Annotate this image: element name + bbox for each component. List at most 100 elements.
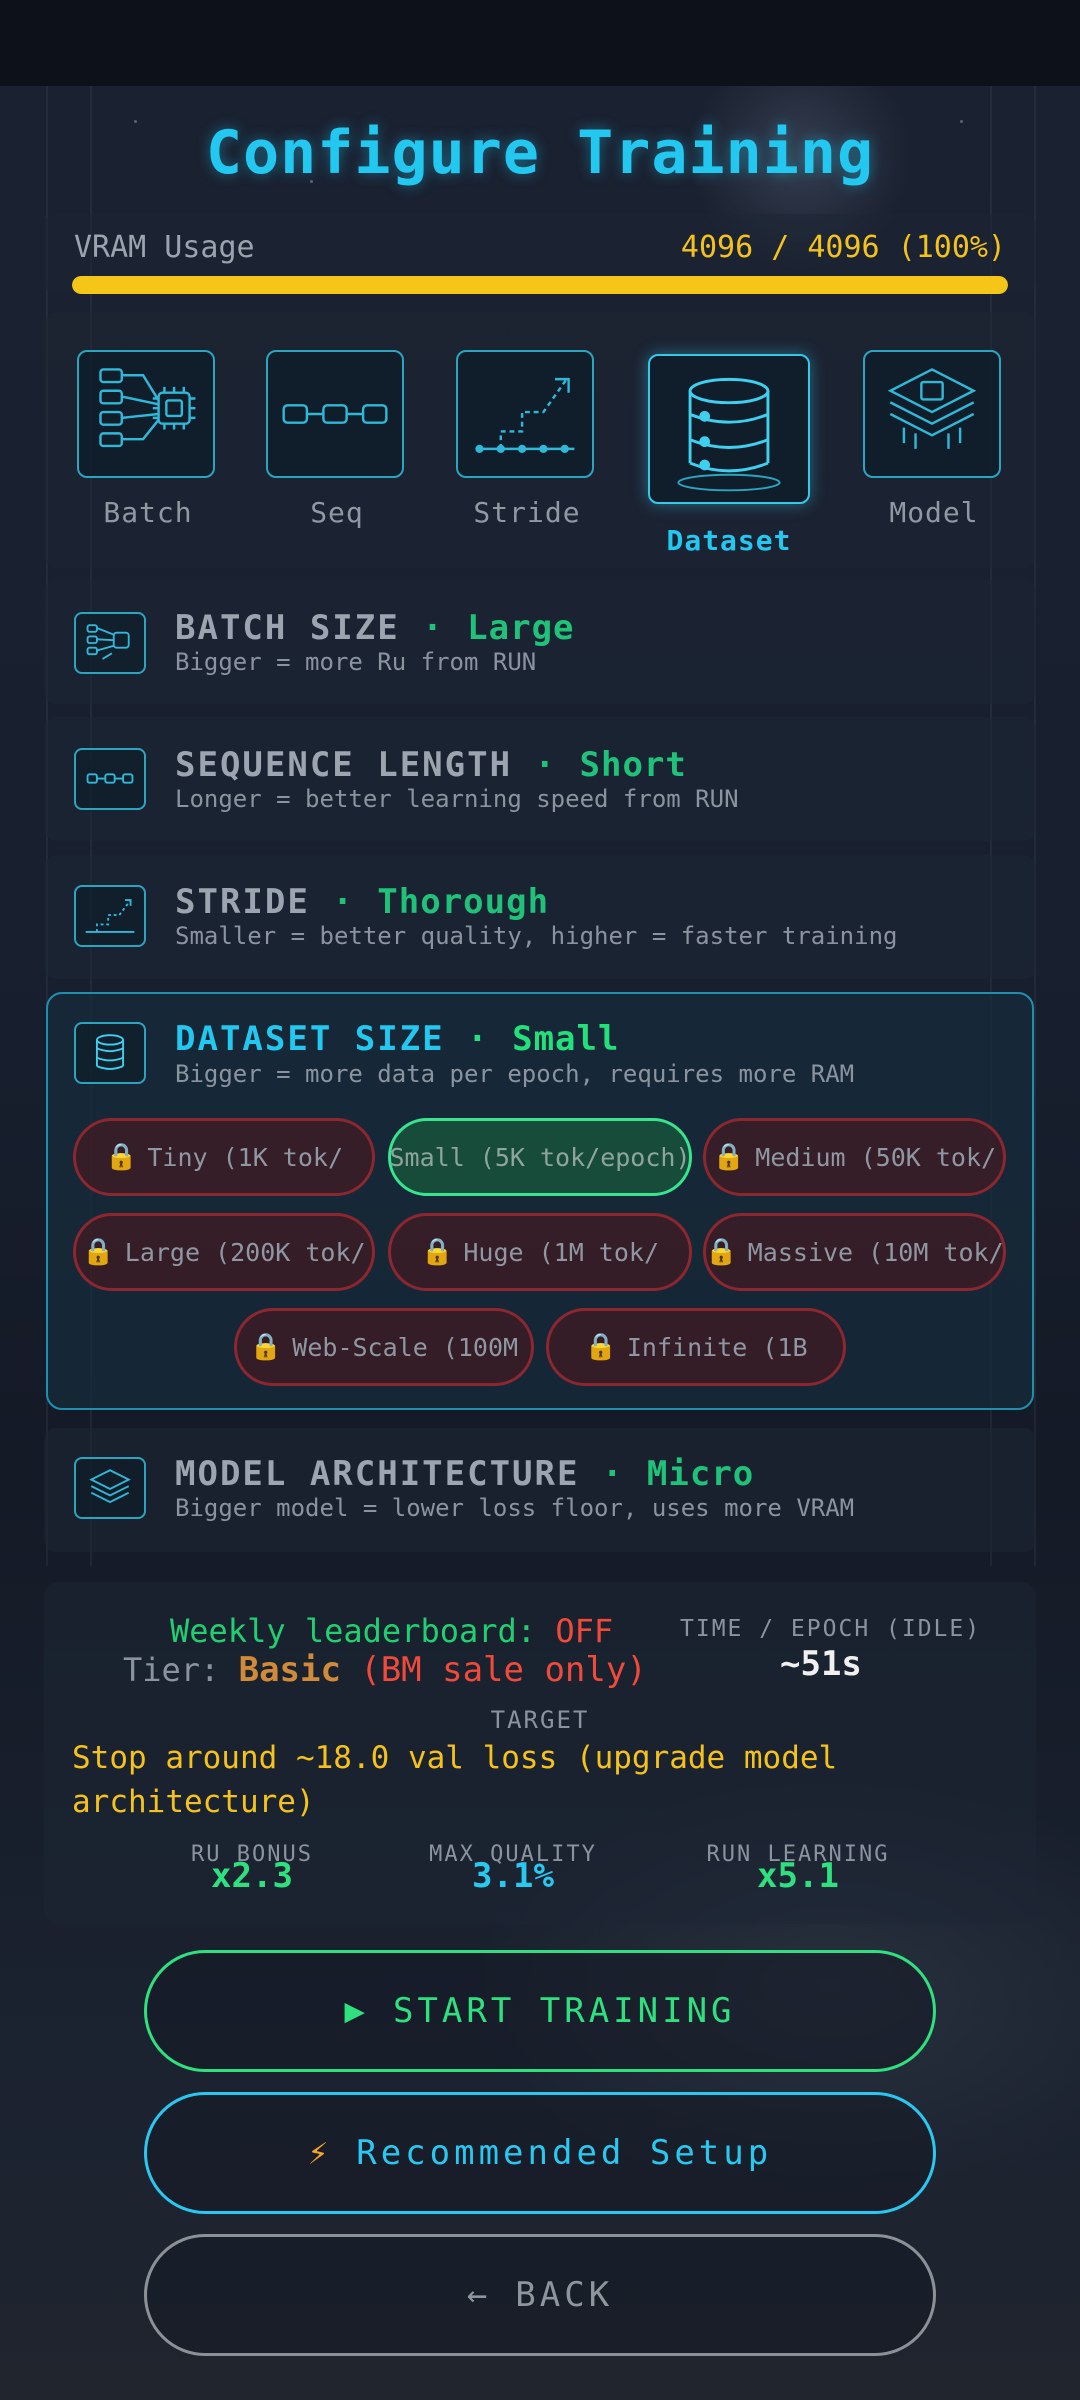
recommended-setup-label: Recommended Setup <box>356 2133 773 2173</box>
vram-progress-fill <box>72 276 1008 294</box>
stride-title-text: STRIDE <box>175 882 310 922</box>
dataset-option-infinite[interactable]: 🔒 Infinite (1B <box>546 1308 846 1386</box>
model-layers-icon <box>887 368 977 449</box>
database-icon <box>95 1034 125 1070</box>
option-label: Huge (1M tok/ <box>463 1237 660 1267</box>
tab-label-stride: Stride <box>473 496 581 529</box>
target-text: Stop around ~18.0 val loss (upgrade mode… <box>72 1740 838 1820</box>
tier-value: Basic <box>238 1650 341 1690</box>
lightning-icon: ⚡ <box>307 2133 333 2173</box>
tab-label-dataset: Dataset <box>666 524 792 557</box>
tier-note: (BM sale only) <box>360 1650 647 1690</box>
model-title-text: MODEL ARCHITECTURE <box>175 1454 580 1494</box>
option-label: Massive (10M tok/ <box>747 1237 1004 1267</box>
lock-icon: 🔒 <box>420 1237 454 1267</box>
model-separator: · <box>601 1454 625 1494</box>
tier-label: Tier: <box>123 1651 220 1689</box>
leaderboard-value: OFF <box>555 1612 614 1650</box>
lock-icon: 🔒 <box>584 1332 617 1362</box>
top-bar <box>0 0 1080 86</box>
time-per-epoch-label: TIME / EPOCH (IDLE) <box>680 1616 982 1642</box>
dataset-option-tiny[interactable]: 🔒 Tiny (1K tok/ <box>73 1118 375 1196</box>
lock-icon: 🔒 <box>705 1237 738 1267</box>
start-training-button[interactable]: ▶ START TRAINING <box>144 1950 936 2072</box>
dataset-option-medium[interactable]: 🔒 Medium (50K tok/ <box>703 1118 1006 1196</box>
time-per-epoch-value: ~51s <box>780 1644 862 1684</box>
play-icon: ▶ <box>344 1991 369 2031</box>
model-value: Micro <box>646 1454 755 1494</box>
tab-model[interactable] <box>863 350 1001 478</box>
database-icon <box>677 377 781 492</box>
model-title: MODEL ARCHITECTURE · Micro <box>175 1454 754 1494</box>
lock-icon: 🔒 <box>712 1142 746 1172</box>
dataset-option-small[interactable]: Small (5K tok/epoch) <box>388 1118 692 1196</box>
option-label: Small (5K tok/epoch) <box>389 1142 691 1172</box>
back-label: BACK <box>515 2275 614 2315</box>
sequence-row-icon <box>74 748 146 810</box>
sequence-separator: · <box>534 745 558 785</box>
model-layers-icon <box>89 1469 131 1504</box>
stride-description: Smaller = better quality, higher = faste… <box>175 922 898 950</box>
batch-chip-icon <box>86 624 130 660</box>
dataset-option-web-scale[interactable]: 🔒 Web-Scale (100M <box>234 1308 534 1386</box>
dataset-row-icon <box>74 1022 146 1084</box>
sequence-title-text: SEQUENCE LENGTH <box>175 745 513 785</box>
batch-title: BATCH SIZE · Large <box>175 608 575 648</box>
dataset-option-huge[interactable]: 🔒 Huge (1M tok/ <box>388 1213 692 1291</box>
dataset-title-text: DATASET SIZE <box>175 1019 445 1059</box>
batch-row-icon <box>74 612 146 674</box>
start-training-label: START TRAINING <box>392 1991 736 2031</box>
leaderboard-label: Weekly leaderboard: <box>170 1612 537 1650</box>
max-quality-value: 3.1% <box>472 1856 554 1896</box>
tab-dataset[interactable] <box>648 354 810 504</box>
lock-icon: 🔒 <box>104 1142 138 1172</box>
sequence-chain-icon <box>282 404 388 424</box>
dataset-separator: · <box>467 1019 490 1059</box>
sequence-description: Longer = better learning speed from RUN <box>175 785 739 813</box>
tab-batch[interactable] <box>77 350 215 478</box>
arrow-left-icon: ← <box>466 2275 492 2315</box>
sequence-title: SEQUENCE LENGTH · Short <box>175 745 687 785</box>
target-label: TARGET <box>490 1706 590 1734</box>
dataset-value: Small <box>512 1019 620 1059</box>
tier-status: Tier: Basic (BM sale only) <box>123 1650 647 1690</box>
lock-icon: 🔒 <box>82 1237 115 1267</box>
run-learning-value: x5.1 <box>757 1856 839 1896</box>
lock-icon: 🔒 <box>249 1332 283 1362</box>
stride-steps-icon <box>85 899 135 933</box>
dataset-title: DATASET SIZE · Small <box>175 1019 619 1059</box>
dataset-option-massive[interactable]: 🔒 Massive (10M tok/ <box>703 1213 1006 1291</box>
option-label: Medium (50K tok/ <box>755 1142 997 1172</box>
recommended-setup-button[interactable]: ⚡ Recommended Setup <box>144 2092 936 2214</box>
tab-stride[interactable] <box>456 350 594 478</box>
back-button[interactable]: ← BACK <box>144 2234 936 2356</box>
batch-separator: · <box>422 608 445 648</box>
sequence-chain-icon <box>86 773 134 784</box>
dataset-description: Bigger = more data per epoch, requires m… <box>175 1060 855 1088</box>
batch-chip-icon <box>99 368 196 448</box>
dataset-option-large[interactable]: 🔒 Large (200K tok/ <box>73 1213 375 1291</box>
tab-seq[interactable] <box>266 350 404 478</box>
tab-label-seq: Seq <box>310 496 364 529</box>
stride-separator: · <box>332 882 355 922</box>
batch-title-text: BATCH SIZE <box>175 608 400 648</box>
stride-title: STRIDE · Thorough <box>175 882 549 922</box>
stride-steps-icon <box>475 377 575 453</box>
leaderboard-status: Weekly leaderboard: OFF <box>170 1612 613 1650</box>
page-title: Configure Training <box>205 118 875 188</box>
ru-bonus-value: x2.3 <box>211 1856 293 1896</box>
tab-label-model: Model <box>889 496 979 529</box>
option-label: Infinite (1B <box>626 1332 808 1362</box>
option-label: Tiny (1K tok/ <box>147 1142 344 1172</box>
vram-value: 4096 / 4096 (100%) <box>680 230 1006 265</box>
option-label: Web-Scale (100M <box>292 1332 519 1362</box>
stride-value: Thorough <box>377 882 550 922</box>
option-label: Large (200K tok/ <box>124 1237 366 1267</box>
vram-progress-bar <box>72 276 1008 294</box>
model-description: Bigger model = lower loss floor, uses mo… <box>175 1494 855 1522</box>
batch-value: Large <box>467 608 575 648</box>
stride-row-icon <box>74 885 146 947</box>
batch-description: Bigger = more Ru from RUN <box>175 648 537 676</box>
vram-label: VRAM Usage <box>74 230 255 265</box>
model-row-icon <box>74 1457 146 1519</box>
